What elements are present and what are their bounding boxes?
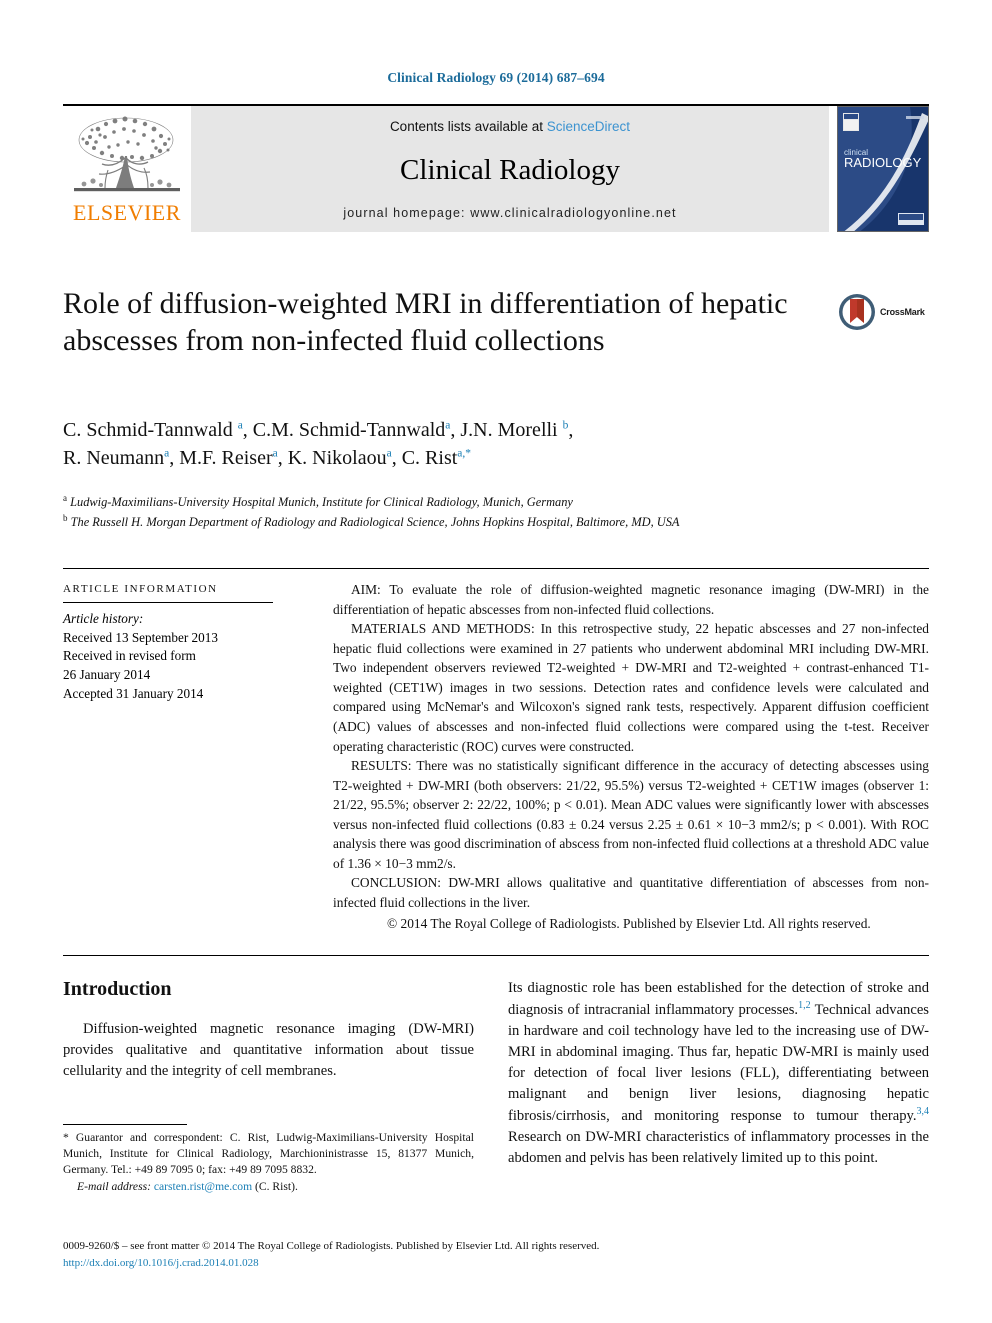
abstract-materials-text: In this retrospective study, 22 hepatic … <box>333 621 929 754</box>
cover-artwork: clinical RADIOLOGY <box>838 107 928 231</box>
abstract-aim-label: AIM: <box>351 582 381 597</box>
abstract-results: RESULTS: There was no statistically sign… <box>333 756 929 873</box>
abstract-aim-text: To evaluate the role of diffusion-weight… <box>333 582 929 617</box>
footnote-email-line: E-mail address: carsten.rist@me.com (C. … <box>63 1179 474 1195</box>
citation-ref-1[interactable]: 1,2 <box>798 1000 811 1011</box>
publisher-logo: ELSEVIER <box>63 106 191 232</box>
author-line-2: R. Neumanna, M.F. Reisera, K. Nikolaoua,… <box>63 447 472 470</box>
introduction-paragraph-right: Its diagnostic role has been established… <box>508 978 929 1169</box>
footnote-body: * Guarantor and correspondent: C. Rist, … <box>63 1130 474 1179</box>
article-history-line: Received 13 September 2013 <box>63 629 218 645</box>
elsevier-tree-icon <box>74 116 180 192</box>
abstract-results-text: There was no statistically significant d… <box>333 758 929 871</box>
footnote-rule <box>63 1124 187 1125</box>
article-history-line: Accepted 31 January 2014 <box>63 685 204 701</box>
journal-masthead: ELSEVIER Contents lists available at Sci… <box>63 104 929 232</box>
doi-link[interactable]: http://dx.doi.org/10.1016/j.crad.2014.01… <box>63 1255 929 1272</box>
journal-homepage[interactable]: journal homepage: www.clinicalradiologyo… <box>343 206 676 220</box>
article-information-heading: ARTICLE INFORMATION <box>63 583 218 595</box>
author-line-1: C. Schmid-Tannwald a, C.M. Schmid-Tannwa… <box>63 419 574 441</box>
affiliations: a Ludwig-Maximilians-University Hospital… <box>63 492 763 531</box>
running-head: Clinical Radiology 69 (2014) 687–694 <box>387 70 605 85</box>
title-block: Role of diffusion-weighted MRI in differ… <box>63 286 929 359</box>
affiliation-a-text: Ludwig-Maximilians-University Hospital M… <box>70 495 573 510</box>
abstract-copyright: © 2014 The Royal College of Radiologists… <box>387 915 871 931</box>
body-column-right: Its diagnostic role has been established… <box>508 978 929 1169</box>
affiliation-a: a Ludwig-Maximilians-University Hospital… <box>63 493 573 510</box>
crossmark-icon <box>839 294 875 330</box>
citation-ref-2[interactable]: 3,4 <box>917 1106 930 1117</box>
introduction-paragraph-left: Diffusion-weighted magnetic resonance im… <box>63 1021 474 1079</box>
correspondence-footnote: * Guarantor and correspondent: C. Rist, … <box>63 1124 474 1195</box>
front-matter-line: 0009-9260/$ – see front matter © 2014 Th… <box>63 1240 600 1252</box>
abstract-materials: MATERIALS AND METHODS: In this retrospec… <box>333 619 929 756</box>
intro-right-part2: Technical advances in hardware and coil … <box>508 1001 929 1124</box>
abstract-block: AIM: To evaluate the role of diffusion-w… <box>333 580 929 933</box>
svg-text:RADIOLOGY: RADIOLOGY <box>844 155 922 170</box>
email-address-suffix: (C. Rist). <box>252 1179 298 1193</box>
author-list: C. Schmid-Tannwald a, C.M. Schmid-Tannwa… <box>63 416 863 473</box>
affiliation-b: b The Russell H. Morgan Department of Ra… <box>63 512 680 529</box>
article-history-line: 26 January 2014 <box>63 667 151 683</box>
footnote-text: Guarantor and correspondent: C. Rist, Lu… <box>63 1131 474 1177</box>
contents-prefix: Contents lists available at <box>389 119 547 134</box>
journal-cover-block: clinical RADIOLOGY <box>829 106 929 232</box>
email-address-link[interactable]: carsten.rist@me.com <box>154 1180 252 1193</box>
affiliation-b-text: The Russell H. Morgan Department of Radi… <box>70 514 680 529</box>
page-title: Role of diffusion-weighted MRI in differ… <box>63 287 788 357</box>
journal-band: Contents lists available at ScienceDirec… <box>191 106 829 232</box>
sciencedirect-link[interactable]: ScienceDirect <box>547 119 630 134</box>
abstract-materials-label: MATERIALS AND METHODS: <box>351 621 535 637</box>
article-information-rule <box>63 602 273 603</box>
abstract-results-label: RESULTS: <box>351 758 412 774</box>
abstract-conclusion-label: CONCLUSION: <box>351 875 442 891</box>
abstract-bottom-rule <box>63 955 929 956</box>
article-information-block: ARTICLE INFORMATION Article history: Rec… <box>63 583 303 704</box>
email-address-label: E-mail address: <box>77 1179 151 1193</box>
article-history-line: Received in revised form <box>63 648 196 664</box>
article-history-label: Article history: <box>63 611 144 626</box>
journal-title: Clinical Radiology <box>400 153 620 186</box>
crossmark-label: CrossMark <box>880 307 925 317</box>
journal-cover-icon: clinical RADIOLOGY <box>837 106 929 232</box>
contents-lists-line: Contents lists available at ScienceDirec… <box>390 119 630 134</box>
intro-right-part3: Research on DW-MRI characteristics of in… <box>508 1128 929 1166</box>
introduction-heading: Introduction <box>63 978 172 1000</box>
abstract-top-rule <box>63 568 929 569</box>
crossmark-badge[interactable]: CrossMark <box>837 288 929 336</box>
abstract-aim: AIM: To evaluate the role of diffusion-w… <box>333 580 929 619</box>
body-column-left: Introduction Diffusion-weighted magnetic… <box>63 978 474 1082</box>
footer-block: 0009-9260/$ – see front matter © 2014 Th… <box>63 1238 929 1271</box>
elsevier-wordmark: ELSEVIER <box>73 200 181 225</box>
abstract-conclusion: CONCLUSION: DW-MRI allows qualitative an… <box>333 873 929 912</box>
journal-article-page: Clinical Radiology 69 (2014) 687–694 ELS… <box>0 0 992 1323</box>
